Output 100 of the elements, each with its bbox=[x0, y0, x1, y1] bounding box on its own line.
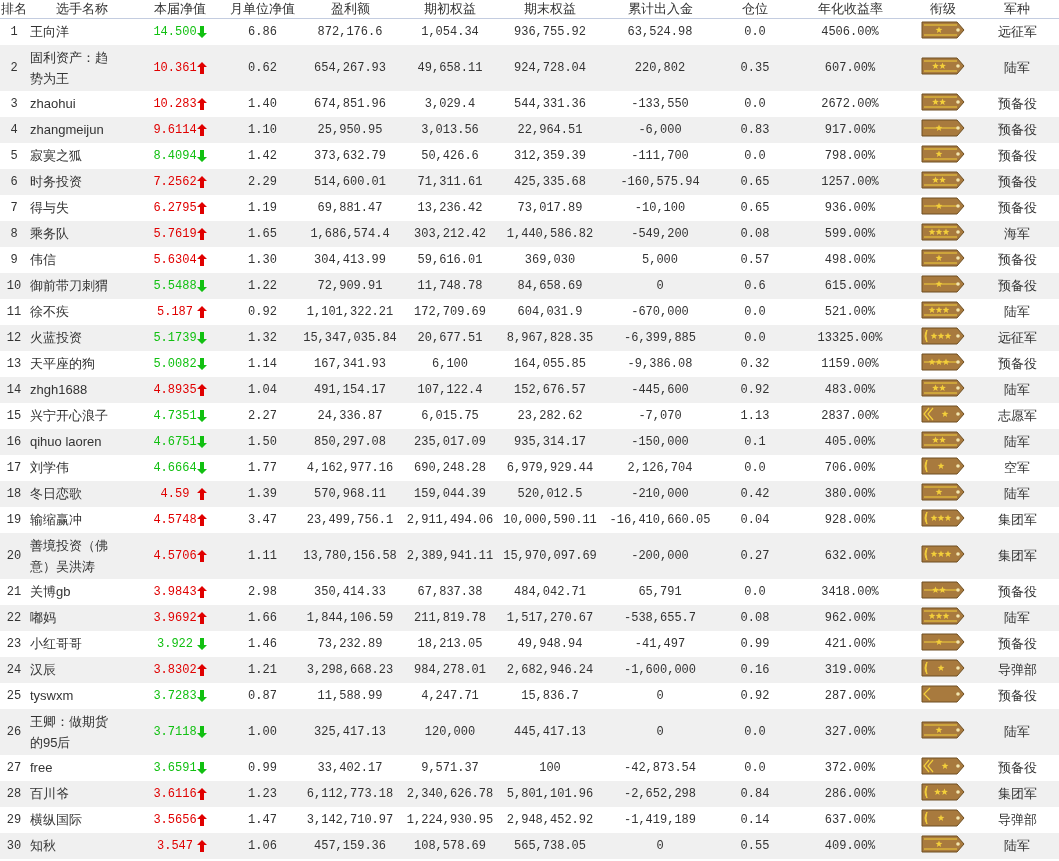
monthly-net-value: 1.32 bbox=[248, 330, 277, 345]
annual-return: 2672.00% bbox=[821, 96, 879, 111]
net-value: 9.6114 bbox=[153, 122, 197, 137]
cumulative-flow: 5,000 bbox=[642, 252, 678, 267]
profit-amount: 325,417.13 bbox=[314, 724, 386, 739]
army-branch: 陆军 bbox=[1004, 433, 1030, 449]
player-name: 天平座的狗 bbox=[30, 355, 95, 373]
player-name: qihuo laoren bbox=[30, 433, 102, 451]
army-branch: 陆军 bbox=[1004, 723, 1030, 739]
opening-equity: 50,426.6 bbox=[421, 148, 479, 163]
annual-return: 599.00% bbox=[824, 226, 876, 241]
army-branch: 陆军 bbox=[1004, 381, 1030, 397]
army-branch: 集团军 bbox=[997, 785, 1037, 801]
monthly-net-value: 1.50 bbox=[248, 434, 277, 449]
net-value: 10.283 bbox=[153, 96, 197, 111]
rank-number: 1 bbox=[10, 24, 18, 39]
rank-number: 7 bbox=[10, 200, 18, 215]
profit-amount: 491,154.17 bbox=[314, 382, 386, 397]
closing-equity: 5,801,101.96 bbox=[506, 786, 594, 801]
cumulative-flow: -549,200 bbox=[631, 226, 689, 241]
position-ratio: 0.6 bbox=[744, 278, 766, 293]
rank-number: 25 bbox=[6, 688, 22, 703]
net-value: 3.922 bbox=[156, 636, 194, 651]
monthly-net-value: 2.27 bbox=[248, 408, 277, 423]
player-name: 嘟妈 bbox=[30, 609, 56, 627]
net-value: 14.500 bbox=[153, 24, 197, 39]
position-ratio: 0.84 bbox=[740, 786, 770, 801]
player-name: 横纵国际 bbox=[30, 811, 82, 829]
army-branch: 预备役 bbox=[997, 121, 1037, 137]
rank-number: 19 bbox=[6, 512, 22, 527]
column-header: 期初权益 bbox=[424, 1, 476, 16]
rank-number: 8 bbox=[10, 226, 18, 241]
net-value: 5.187 bbox=[156, 304, 194, 319]
annual-return: 928.00% bbox=[824, 512, 876, 527]
army-branch: 预备役 bbox=[997, 759, 1037, 775]
army-branch: 远征军 bbox=[997, 329, 1037, 345]
rank-number: 12 bbox=[6, 330, 22, 345]
cumulative-flow: -6,399,885 bbox=[624, 330, 696, 345]
cumulative-flow: 0 bbox=[656, 278, 664, 293]
cumulative-flow: -6,000 bbox=[638, 122, 682, 137]
profit-amount: 872,176.6 bbox=[317, 24, 383, 39]
army-branch: 预备役 bbox=[997, 173, 1037, 189]
closing-equity: 445,417.13 bbox=[514, 724, 586, 739]
army-branch: 海军 bbox=[1004, 225, 1030, 241]
army-branch: 陆军 bbox=[1004, 59, 1030, 75]
army-branch: 预备役 bbox=[997, 635, 1037, 651]
position-ratio: 0.57 bbox=[740, 252, 770, 267]
closing-equity: 73,017.89 bbox=[517, 200, 583, 215]
cumulative-flow: -538,655.7 bbox=[624, 610, 696, 625]
closing-equity: 15,836.7 bbox=[521, 688, 579, 703]
closing-equity: 2,948,452.92 bbox=[506, 812, 594, 827]
closing-equity: 15,970,097.69 bbox=[503, 548, 597, 563]
cumulative-flow: -445,600 bbox=[631, 382, 689, 397]
monthly-net-value: 1.10 bbox=[248, 122, 277, 137]
profit-amount: 6,112,773.18 bbox=[306, 786, 394, 801]
army-branch: 预备役 bbox=[997, 95, 1037, 111]
annual-return: 13325.00% bbox=[817, 330, 883, 345]
rank-number: 6 bbox=[10, 174, 18, 189]
position-ratio: 0.92 bbox=[740, 382, 770, 397]
cumulative-flow: -210,000 bbox=[631, 486, 689, 501]
player-name: 伟信 bbox=[30, 251, 56, 269]
profit-amount: 457,159.36 bbox=[314, 838, 386, 853]
monthly-net-value: 1.47 bbox=[248, 812, 277, 827]
net-value: 4.59 bbox=[159, 486, 191, 501]
rank-number: 26 bbox=[6, 724, 22, 739]
annual-return: 405.00% bbox=[824, 434, 876, 449]
closing-equity: 604,031.9 bbox=[517, 304, 583, 319]
profit-amount: 850,297.08 bbox=[314, 434, 386, 449]
position-ratio: 0.0 bbox=[744, 460, 766, 475]
player-name: 王向洋 bbox=[30, 23, 69, 42]
profit-amount: 69,881.47 bbox=[317, 200, 383, 215]
closing-equity: 936,755.92 bbox=[514, 24, 586, 39]
closing-equity: 544,331.36 bbox=[514, 96, 586, 111]
profit-amount: 13,780,156.58 bbox=[303, 548, 397, 563]
opening-equity: 4,247.71 bbox=[421, 688, 479, 703]
rank-number: 28 bbox=[6, 786, 22, 801]
column-header: 选手名称 bbox=[55, 1, 108, 16]
rank-number: 13 bbox=[6, 356, 22, 371]
player-name: zhaohui bbox=[30, 95, 76, 113]
profit-amount: 373,632.79 bbox=[314, 148, 386, 163]
closing-equity: 164,055.85 bbox=[514, 356, 586, 371]
army-branch: 预备役 bbox=[997, 355, 1037, 371]
net-value: 6.2795 bbox=[153, 200, 197, 215]
rank-number: 14 bbox=[6, 382, 22, 397]
opening-equity: 49,658.11 bbox=[417, 60, 483, 75]
profit-amount: 72,909.91 bbox=[317, 278, 383, 293]
player-name: tyswxm bbox=[30, 687, 74, 705]
army-branch: 远征军 bbox=[997, 23, 1037, 39]
net-value: 5.0082 bbox=[153, 356, 197, 371]
rank-number: 20 bbox=[6, 548, 22, 563]
army-branch: 预备役 bbox=[997, 277, 1037, 293]
profit-amount: 33,402.17 bbox=[317, 760, 383, 775]
rank-number: 18 bbox=[6, 486, 22, 501]
profit-amount: 4,162,977.16 bbox=[306, 460, 394, 475]
monthly-net-value: 1.30 bbox=[248, 252, 277, 267]
cumulative-flow: -160,575.94 bbox=[620, 174, 700, 189]
annual-return: 917.00% bbox=[824, 122, 876, 137]
position-ratio: 0.08 bbox=[740, 226, 770, 241]
net-value: 3.7283 bbox=[153, 688, 197, 703]
rank-number: 17 bbox=[6, 460, 22, 475]
